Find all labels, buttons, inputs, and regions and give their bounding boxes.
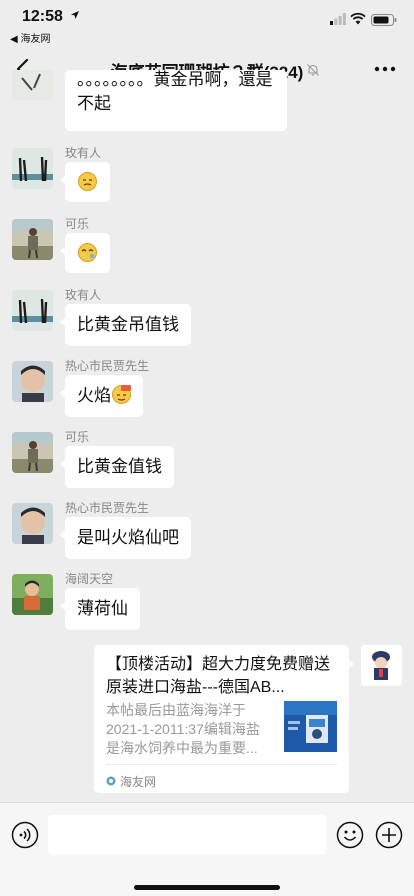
emoji-picker-icon[interactable]: [336, 821, 364, 849]
message-text: 比黄金吊值钱: [77, 315, 179, 334]
message-bubble[interactable]: 薄荷仙: [60, 588, 140, 630]
cellular-signal-icon: [330, 13, 346, 25]
message-text: 是叫火焰仙吧: [77, 528, 179, 547]
status-time: 12:58: [22, 8, 63, 25]
sender-name: 海阔天空: [65, 572, 114, 586]
sender-name: 可乐: [65, 430, 90, 444]
battery-icon: [371, 14, 397, 26]
sender-name: 热心市民贾先生: [65, 501, 150, 515]
message-bubble[interactable]: 比黄金值钱: [60, 446, 174, 488]
avatar[interactable]: [12, 574, 53, 615]
message-bubble[interactable]: 是叫火焰仙吧: [60, 517, 191, 559]
sender-name: 可乐: [65, 217, 90, 231]
mute-bell-icon: [307, 64, 319, 76]
link-card-description: 本帖最后由蓝海海洋于2021-1-2011:37编辑海盐是海水饲养中最为重要..…: [106, 702, 260, 756]
back-to-app-link[interactable]: ◀ 海友网: [10, 30, 50, 45]
link-card-title: 【顶楼活动】超大力度免费赠送原装进口海盐---德国AB...: [106, 656, 331, 696]
link-card-divider: [106, 764, 337, 765]
message-text-line1: 。。。。。。。。黄金吊啊，還是: [77, 70, 273, 89]
message-text-line2: 不起: [77, 94, 111, 113]
status-bar: 12:58 ◀ 海友网: [0, 0, 414, 46]
avatar[interactable]: [12, 70, 53, 100]
avatar[interactable]: [12, 432, 53, 473]
thinking-face-emoji: [78, 172, 97, 191]
more-options-icon[interactable]: [374, 62, 396, 76]
location-arrow-icon: [71, 11, 79, 19]
message-text: 火焰: [77, 386, 111, 405]
shared-link-card[interactable]: 【顶楼活动】超大力度免费赠送原装进口海盐---德国AB... 本帖最后由蓝海海洋…: [94, 645, 354, 793]
home-indicator: [134, 885, 280, 890]
link-card-source: 海友网: [120, 775, 157, 789]
source-app-icon: [106, 776, 116, 786]
message-bubble[interactable]: [60, 233, 110, 273]
message-input[interactable]: [48, 815, 326, 855]
666-emoji: [112, 385, 131, 404]
voice-input-icon[interactable]: [11, 821, 39, 849]
sender-name: 热心市民贾先生: [65, 359, 150, 373]
message-bubble[interactable]: 火焰: [60, 375, 143, 417]
avatar[interactable]: [12, 219, 53, 260]
my-avatar[interactable]: [361, 645, 402, 686]
link-card-thumbnail: [284, 701, 337, 752]
more-functions-icon[interactable]: [375, 821, 403, 849]
message-bubble[interactable]: 。。。。。。。。黄金吊啊，還是 不起: [65, 70, 287, 131]
message-bubble[interactable]: 比黄金吊值钱: [60, 304, 191, 346]
avatar[interactable]: [12, 290, 53, 331]
sender-name: 玫有人: [65, 146, 102, 160]
message-text: 比黄金值钱: [77, 457, 162, 476]
message-bubble[interactable]: [60, 162, 110, 202]
avatar[interactable]: [12, 503, 53, 544]
wifi-icon: [350, 12, 366, 25]
avatar[interactable]: [12, 148, 53, 189]
sleepy-face-emoji: [78, 243, 97, 262]
message-text: 薄荷仙: [77, 599, 128, 618]
chat-input-bar: [0, 802, 414, 896]
sender-name: 玫有人: [65, 288, 102, 302]
avatar[interactable]: [12, 361, 53, 402]
